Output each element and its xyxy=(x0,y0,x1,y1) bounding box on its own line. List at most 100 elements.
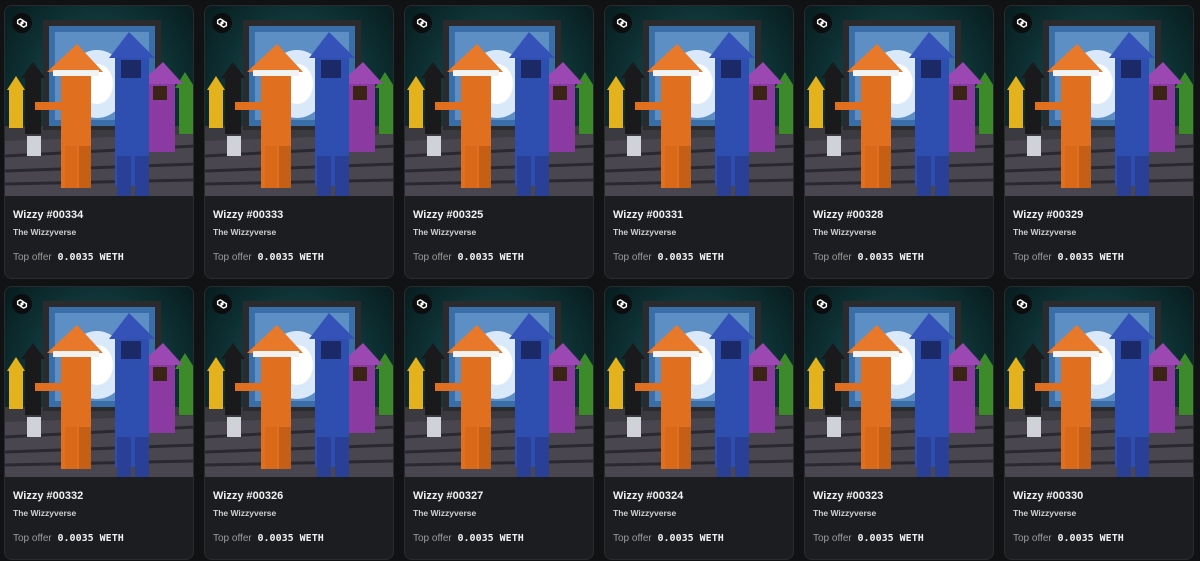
top-offer-label: Top offer xyxy=(413,533,452,544)
nft-info: Wizzy #00333 The Wizzyverse Top offer 0.… xyxy=(205,196,393,265)
collection-name[interactable]: The Wizzyverse xyxy=(413,507,585,519)
collection-name[interactable]: The Wizzyverse xyxy=(813,226,985,238)
top-offer-price: 0.0035 WETH xyxy=(1057,533,1124,544)
nft-name[interactable]: Wizzy #00323 xyxy=(813,489,985,503)
polygon-chain-icon xyxy=(812,294,832,314)
nft-name[interactable]: Wizzy #00330 xyxy=(1013,489,1185,503)
top-offer: Top offer 0.0035 WETH xyxy=(613,251,785,265)
nft-image[interactable] xyxy=(205,287,393,477)
nft-name[interactable]: Wizzy #00332 xyxy=(13,489,185,503)
nft-image[interactable] xyxy=(5,287,193,477)
nft-info: Wizzy #00325 The Wizzyverse Top offer 0.… xyxy=(405,196,593,265)
nft-card[interactable]: Wizzy #00327 The Wizzyverse Top offer 0.… xyxy=(404,286,594,560)
nft-image[interactable] xyxy=(805,287,993,477)
nft-grid: Wizzy #00334 The Wizzyverse Top offer 0.… xyxy=(0,0,1200,560)
nft-info: Wizzy #00327 The Wizzyverse Top offer 0.… xyxy=(405,477,593,546)
top-offer-label: Top offer xyxy=(13,533,52,544)
nft-name[interactable]: Wizzy #00326 xyxy=(213,489,385,503)
top-offer: Top offer 0.0035 WETH xyxy=(813,251,985,265)
nft-card[interactable]: Wizzy #00332 The Wizzyverse Top offer 0.… xyxy=(4,286,194,560)
polygon-chain-icon xyxy=(1012,13,1032,33)
polygon-chain-icon xyxy=(612,13,632,33)
nft-name[interactable]: Wizzy #00325 xyxy=(413,208,585,222)
nft-image[interactable] xyxy=(5,6,193,196)
nft-card[interactable]: Wizzy #00324 The Wizzyverse Top offer 0.… xyxy=(604,286,794,560)
nft-card[interactable]: Wizzy #00329 The Wizzyverse Top offer 0.… xyxy=(1004,5,1194,279)
polygon-chain-icon xyxy=(1012,294,1032,314)
nft-info: Wizzy #00324 The Wizzyverse Top offer 0.… xyxy=(605,477,793,546)
polygon-chain-icon xyxy=(12,294,32,314)
top-offer: Top offer 0.0035 WETH xyxy=(213,532,385,546)
nft-info: Wizzy #00332 The Wizzyverse Top offer 0.… xyxy=(5,477,193,546)
wizard-artwork xyxy=(205,301,393,477)
wizard-artwork xyxy=(405,301,593,477)
nft-card[interactable]: Wizzy #00330 The Wizzyverse Top offer 0.… xyxy=(1004,286,1194,560)
collection-name[interactable]: The Wizzyverse xyxy=(13,226,185,238)
collection-name[interactable]: The Wizzyverse xyxy=(213,507,385,519)
top-offer-label: Top offer xyxy=(13,252,52,263)
polygon-chain-icon xyxy=(212,294,232,314)
top-offer: Top offer 0.0035 WETH xyxy=(13,532,185,546)
nft-image[interactable] xyxy=(605,287,793,477)
wizard-artwork xyxy=(605,20,793,196)
polygon-chain-icon xyxy=(812,13,832,33)
top-offer-price: 0.0035 WETH xyxy=(657,533,724,544)
nft-name[interactable]: Wizzy #00333 xyxy=(213,208,385,222)
nft-name[interactable]: Wizzy #00331 xyxy=(613,208,785,222)
nft-info: Wizzy #00328 The Wizzyverse Top offer 0.… xyxy=(805,196,993,265)
nft-card[interactable]: Wizzy #00326 The Wizzyverse Top offer 0.… xyxy=(204,286,394,560)
nft-name[interactable]: Wizzy #00327 xyxy=(413,489,585,503)
collection-name[interactable]: The Wizzyverse xyxy=(13,507,185,519)
nft-image[interactable] xyxy=(405,6,593,196)
top-offer-price: 0.0035 WETH xyxy=(657,252,724,263)
nft-name[interactable]: Wizzy #00334 xyxy=(13,208,185,222)
top-offer: Top offer 0.0035 WETH xyxy=(13,251,185,265)
nft-image[interactable] xyxy=(1005,287,1193,477)
nft-image[interactable] xyxy=(1005,6,1193,196)
top-offer-label: Top offer xyxy=(213,533,252,544)
collection-name[interactable]: The Wizzyverse xyxy=(613,507,785,519)
collection-name[interactable]: The Wizzyverse xyxy=(213,226,385,238)
nft-card[interactable]: Wizzy #00323 The Wizzyverse Top offer 0.… xyxy=(804,286,994,560)
top-offer-price: 0.0035 WETH xyxy=(857,533,924,544)
top-offer-price: 0.0035 WETH xyxy=(257,252,324,263)
wizard-artwork xyxy=(805,301,993,477)
nft-card[interactable]: Wizzy #00328 The Wizzyverse Top offer 0.… xyxy=(804,5,994,279)
nft-card[interactable]: Wizzy #00331 The Wizzyverse Top offer 0.… xyxy=(604,5,794,279)
top-offer: Top offer 0.0035 WETH xyxy=(413,532,585,546)
polygon-chain-icon xyxy=(412,13,432,33)
top-offer: Top offer 0.0035 WETH xyxy=(1013,251,1185,265)
top-offer: Top offer 0.0035 WETH xyxy=(813,532,985,546)
nft-image[interactable] xyxy=(805,6,993,196)
nft-info: Wizzy #00329 The Wizzyverse Top offer 0.… xyxy=(1005,196,1193,265)
nft-image[interactable] xyxy=(605,6,793,196)
nft-image[interactable] xyxy=(405,287,593,477)
nft-name[interactable]: Wizzy #00328 xyxy=(813,208,985,222)
collection-name[interactable]: The Wizzyverse xyxy=(1013,507,1185,519)
nft-card[interactable]: Wizzy #00325 The Wizzyverse Top offer 0.… xyxy=(404,5,594,279)
nft-info: Wizzy #00326 The Wizzyverse Top offer 0.… xyxy=(205,477,393,546)
nft-image[interactable] xyxy=(205,6,393,196)
top-offer-label: Top offer xyxy=(1013,252,1052,263)
top-offer-label: Top offer xyxy=(613,533,652,544)
collection-name[interactable]: The Wizzyverse xyxy=(1013,226,1185,238)
nft-card[interactable]: Wizzy #00334 The Wizzyverse Top offer 0.… xyxy=(4,5,194,279)
top-offer-price: 0.0035 WETH xyxy=(857,252,924,263)
wizard-artwork xyxy=(205,20,393,196)
collection-name[interactable]: The Wizzyverse xyxy=(813,507,985,519)
top-offer-price: 0.0035 WETH xyxy=(1057,252,1124,263)
wizard-artwork xyxy=(605,301,793,477)
polygon-chain-icon xyxy=(12,13,32,33)
polygon-chain-icon xyxy=(212,13,232,33)
collection-name[interactable]: The Wizzyverse xyxy=(613,226,785,238)
top-offer: Top offer 0.0035 WETH xyxy=(613,532,785,546)
collection-name[interactable]: The Wizzyverse xyxy=(413,226,585,238)
wizard-artwork xyxy=(1005,20,1193,196)
nft-name[interactable]: Wizzy #00329 xyxy=(1013,208,1185,222)
polygon-chain-icon xyxy=(412,294,432,314)
nft-name[interactable]: Wizzy #00324 xyxy=(613,489,785,503)
top-offer-price: 0.0035 WETH xyxy=(57,252,124,263)
top-offer: Top offer 0.0035 WETH xyxy=(1013,532,1185,546)
top-offer-label: Top offer xyxy=(813,533,852,544)
nft-card[interactable]: Wizzy #00333 The Wizzyverse Top offer 0.… xyxy=(204,5,394,279)
